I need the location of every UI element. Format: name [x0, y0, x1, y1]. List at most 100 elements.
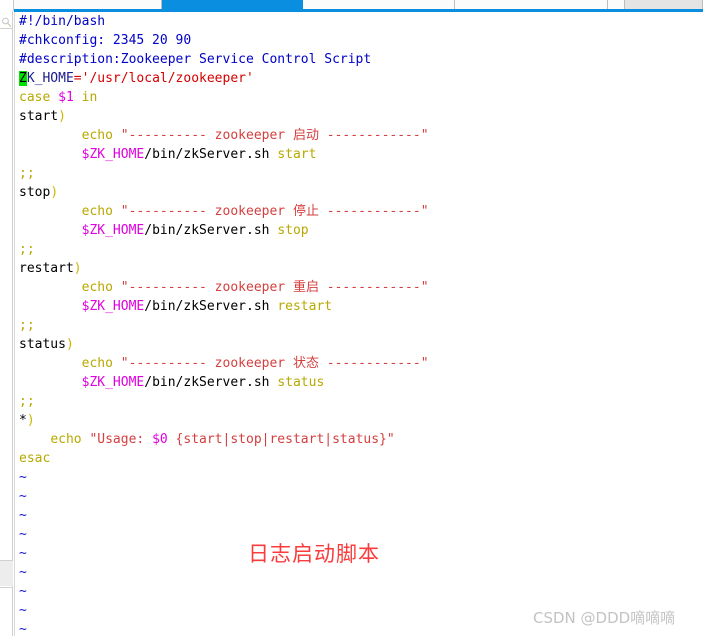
code-token: echo: [81, 204, 121, 219]
code-line: ~: [19, 620, 429, 636]
code-line: ~: [19, 582, 429, 601]
code-line: ~: [19, 487, 429, 506]
code-token: #chkconfig: 2345 20 90: [19, 33, 192, 48]
code-token: echo: [50, 432, 90, 447]
code-line: $ZK_HOME/bin/zkServer.sh status: [19, 373, 429, 392]
code-line: ;;: [19, 240, 429, 259]
code-line: $ZK_HOME/bin/zkServer.sh stop: [19, 221, 429, 240]
code-line: echo "---------- zookeeper 停止 ----------…: [19, 202, 429, 221]
code-token: *: [19, 413, 27, 428]
code-line: ~: [19, 601, 429, 620]
code-token: in: [73, 90, 98, 105]
code-token: stop: [277, 223, 309, 238]
code-token: esac: [19, 451, 51, 466]
code-token: ~: [19, 603, 27, 618]
code-token: stop: [19, 185, 51, 200]
annotation-chinese-label: 日志启动脚本: [248, 542, 380, 566]
code-token: $ZK_HOME: [81, 223, 145, 238]
csdn-watermark: CSDN @DDD嘀嘀嘀: [533, 609, 676, 627]
code-token: /bin/zkServer.sh: [144, 375, 278, 390]
code-line: start): [19, 107, 429, 126]
code-line: esac: [19, 449, 429, 468]
code-token: K_HOME: [26, 71, 74, 86]
code-token: {start|stop|restart|status}": [167, 432, 395, 447]
code-token: ): [65, 337, 74, 352]
code-token: '/usr/local/zookeeper': [81, 71, 254, 86]
code-line: ~: [19, 468, 429, 487]
code-line: case $1 in: [19, 88, 429, 107]
code-line: *): [19, 411, 429, 430]
code-line: status): [19, 335, 429, 354]
code-line: echo "---------- zookeeper 启动 ----------…: [19, 126, 429, 145]
code-token: =: [73, 71, 82, 86]
code-token: echo: [81, 356, 121, 371]
code-line: #description:Zookeeper Service Control S…: [19, 50, 429, 69]
code-token: ;;: [19, 242, 35, 257]
code-token: #!/bin/bash: [19, 14, 106, 29]
code-line: $ZK_HOME/bin/zkServer.sh start: [19, 145, 429, 164]
code-line: $ZK_HOME/bin/zkServer.sh restart: [19, 297, 429, 316]
code-token: case: [19, 90, 59, 105]
rail-panel-block: [0, 561, 13, 586]
code-token: /bin/zkServer.sh: [144, 147, 278, 162]
code-token: ;;: [19, 394, 35, 409]
code-line: ;;: [19, 164, 429, 183]
code-token: ;;: [19, 318, 35, 333]
code-token: restart: [19, 261, 74, 276]
rail-divider-bottom: [0, 587, 13, 588]
code-token: $ZK_HOME: [81, 147, 145, 162]
code-line: ;;: [19, 392, 429, 411]
code-token: restart: [277, 299, 333, 314]
code-line: ~: [19, 506, 429, 525]
code-token: ~: [19, 508, 27, 523]
code-token: start: [19, 109, 59, 124]
code-line: stop): [19, 183, 429, 202]
code-token: ~: [19, 489, 27, 504]
code-token: status: [277, 375, 325, 390]
code-token: ): [73, 261, 82, 276]
tab-strip-gutter: [0, 0, 14, 11]
code-line: ;;: [19, 316, 429, 335]
code-token: /bin/zkServer.sh: [144, 223, 278, 238]
code-token: "---------- zookeeper 重启 ------------": [120, 280, 429, 295]
code-token: "Usage:: [89, 432, 153, 447]
code-token: ~: [19, 470, 27, 485]
code-token: echo: [81, 280, 121, 295]
code-token: ~: [19, 565, 27, 580]
code-token: "---------- zookeeper 停止 ------------": [120, 204, 429, 219]
code-token: #description:Zookeeper Service Control S…: [19, 52, 372, 67]
code-line: restart): [19, 259, 429, 278]
code-token: ~: [19, 584, 27, 599]
code-token: "---------- zookeeper 状态 ------------": [120, 356, 429, 371]
code-line: echo "Usage: $0 {start|stop|restart|stat…: [19, 430, 429, 449]
code-line: #chkconfig: 2345 20 90: [19, 31, 429, 50]
code-line: #!/bin/bash: [19, 12, 429, 31]
rail-divider-mid: [0, 560, 13, 561]
code-token: ): [58, 109, 66, 124]
code-token: $ZK_HOME: [81, 299, 145, 314]
code-token: $ZK_HOME: [81, 375, 145, 390]
code-token: echo: [81, 128, 121, 143]
left-tool-rail: [0, 11, 13, 636]
code-token: ~: [19, 546, 27, 561]
code-line: echo "---------- zookeeper 重启 ----------…: [19, 278, 429, 297]
search-icon[interactable]: [1, 13, 12, 27]
code-token: ;;: [19, 166, 35, 181]
code-token: "---------- zookeeper 启动 ------------": [120, 128, 429, 143]
code-token: start: [277, 147, 317, 162]
code-token: ): [26, 413, 35, 428]
code-token: ~: [19, 527, 27, 542]
rail-divider-top: [0, 28, 13, 29]
text-cursor: Z: [19, 71, 27, 86]
code-token: $1: [58, 90, 74, 105]
code-line: echo "---------- zookeeper 状态 ----------…: [19, 354, 429, 373]
